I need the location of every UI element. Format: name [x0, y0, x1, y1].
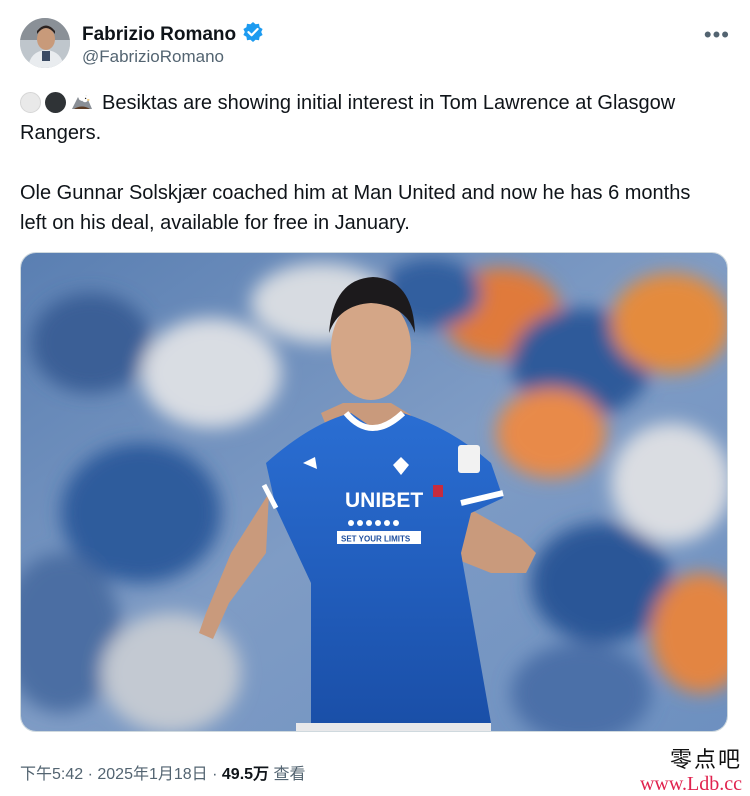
shirt-tagline-text: SET YOUR LIMITS [341, 535, 411, 544]
tweet-time[interactable]: 下午5:42 [20, 766, 83, 783]
site-watermark: 零点吧 www.Ldb.cc [640, 748, 742, 796]
shirt-sponsor-text: UNIBET [345, 489, 423, 512]
watermark-chinese-text: 零点吧 [669, 748, 742, 773]
author-handle[interactable]: @FabrizioRomano [82, 47, 224, 67]
author-display-name[interactable]: Fabrizio Romano [82, 24, 236, 46]
views-label: 查看 [273, 766, 306, 783]
meta-separator-2: · [207, 766, 222, 783]
white-circle-emoji [20, 92, 41, 113]
tweet-meta: 下午5:42 · 2025年1月18日 · 49.5万 查看 [20, 760, 306, 784]
author-name-row: Fabrizio Romano [82, 21, 264, 48]
view-count: 49.5万 [221, 766, 270, 783]
tweet-text: Besiktas are showing initial interest in… [20, 88, 720, 238]
tweet-header: Fabrizio Romano @FabrizioRomano ••• [20, 18, 730, 70]
verified-badge-icon [242, 21, 264, 48]
tweet-date[interactable]: 2025年1月18日 [97, 766, 207, 783]
watermark-url: www.Ldb.cc [639, 773, 742, 796]
tweet-line-1: Besiktas are showing initial interest in… [20, 92, 676, 144]
tweet-paragraph-2: Ole Gunnar Solskjær coached him at Man U… [20, 182, 691, 234]
more-options-icon[interactable]: ••• [704, 24, 730, 46]
black-circle-emoji [45, 92, 66, 113]
tweet-paragraph-1: Besiktas are showing initial interest in… [20, 88, 720, 148]
meta-separator-1: · [83, 766, 98, 783]
tweet-media-photo[interactable]: UNIBET SET YOUR LIMITS [20, 252, 728, 732]
author-avatar[interactable] [20, 18, 70, 68]
eagle-emoji [70, 91, 94, 113]
